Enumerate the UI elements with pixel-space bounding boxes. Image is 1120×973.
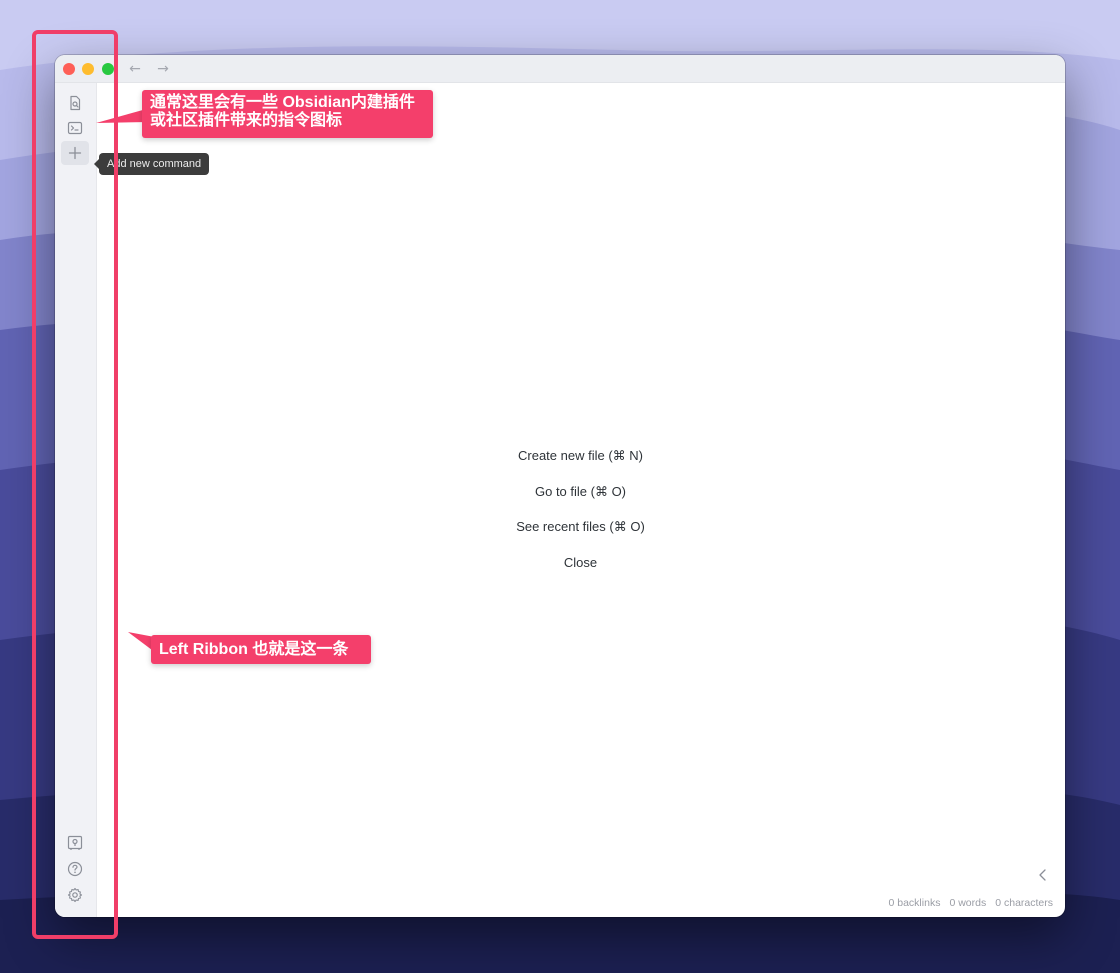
plus-icon [68, 146, 82, 160]
backlinks-count[interactable]: 0 backlinks [889, 897, 941, 909]
ribbon-quick-switcher-button[interactable] [61, 91, 89, 115]
title-bar: ← → [55, 55, 1065, 83]
ribbon-add-command-button[interactable] [61, 141, 89, 165]
chevron-left-icon [1039, 869, 1046, 881]
ribbon-command-palette-button[interactable] [61, 116, 89, 140]
status-bar: 0 backlinks 0 words 0 characters [889, 897, 1054, 909]
character-count: 0 characters [995, 897, 1053, 909]
annotation-left-ribbon: Left Ribbon 也就是这一条 [151, 635, 371, 664]
close-link[interactable]: Close [564, 550, 597, 586]
add-command-tooltip: Add new command [93, 153, 210, 175]
right-sidebar-toggle[interactable] [1033, 865, 1053, 885]
window-minimize-button[interactable] [82, 63, 94, 75]
ribbon-open-vault-button[interactable] [61, 831, 89, 855]
create-new-file-link[interactable]: Create new file (⌘ N) [518, 443, 643, 479]
file-search-icon [70, 95, 81, 111]
window-maximize-button[interactable] [102, 63, 114, 75]
word-count: 0 words [949, 897, 987, 909]
help-icon [67, 861, 83, 877]
navigate-back-icon[interactable]: ← [126, 60, 144, 78]
terminal-icon [67, 121, 83, 135]
go-to-file-link[interactable]: Go to file (⌘ O) [535, 479, 626, 515]
obsidian-window: ← → Add new command Create new file (⌘ N… [55, 55, 1065, 917]
left-ribbon [55, 83, 97, 917]
window-close-button[interactable] [63, 63, 75, 75]
annotation-command-icons: 通常这里会有一些 Obsidian内建插件或社区插件带来的指令图标 [142, 90, 433, 138]
navigate-forward-icon[interactable]: → [154, 60, 172, 78]
empty-state-actions: Create new file (⌘ N) Go to file (⌘ O) S… [96, 443, 1065, 585]
ribbon-help-button[interactable] [61, 857, 89, 881]
ribbon-settings-button[interactable] [61, 883, 89, 907]
vault-icon [67, 835, 83, 850]
ribbon-expand-sidebar-button[interactable] [61, 916, 89, 917]
see-recent-files-link[interactable]: See recent files (⌘ O) [516, 514, 645, 550]
gear-icon [67, 887, 83, 903]
